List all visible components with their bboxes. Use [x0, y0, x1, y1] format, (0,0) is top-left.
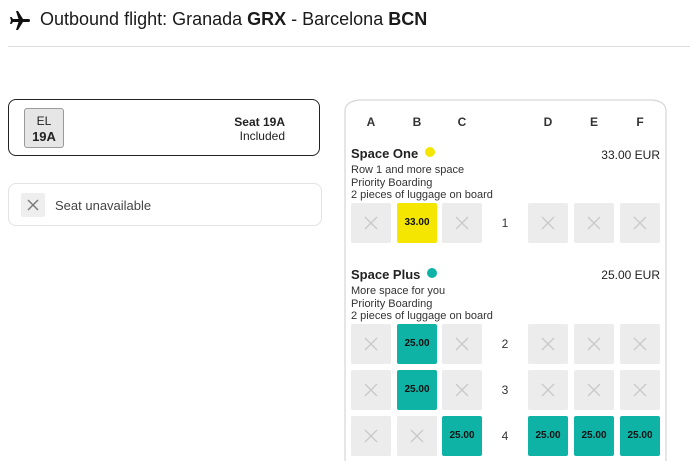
- seat-price: 25.00: [404, 384, 430, 395]
- zone-color-dot: [427, 268, 438, 278]
- header-divider: [8, 46, 690, 47]
- seat-3a-unavailable: [351, 370, 391, 410]
- seat-1c-unavailable: [442, 203, 482, 243]
- seat-1d-unavailable: [528, 203, 568, 243]
- seat-2b-button[interactable]: 25.00: [397, 324, 437, 364]
- legend-label: Seat unavailable: [55, 198, 152, 213]
- seat-2a-unavailable: [351, 324, 391, 364]
- seat-price: 33.00: [404, 217, 430, 228]
- zone-title-space-plus: Space Plus: [351, 267, 438, 282]
- seat-4f-button[interactable]: 25.00: [620, 416, 660, 456]
- column-header-b: B: [412, 115, 422, 129]
- seat-1e-unavailable: [574, 203, 614, 243]
- x-icon: [364, 383, 378, 397]
- seat-3b-button[interactable]: 25.00: [397, 370, 437, 410]
- x-icon: [364, 216, 378, 230]
- flight-header: Outbound flight: Granada GRX - Barcelona…: [0, 0, 690, 46]
- seat-2e-unavailable: [574, 324, 614, 364]
- row-number: 1: [501, 216, 509, 230]
- x-icon: [541, 216, 555, 230]
- x-icon: [21, 193, 45, 217]
- seat-price: 25.00: [535, 430, 561, 441]
- seat-2d-unavailable: [528, 324, 568, 364]
- column-header-a: A: [366, 115, 376, 129]
- seat-price: 25.00: [449, 430, 475, 441]
- x-icon: [364, 429, 378, 443]
- x-icon: [633, 337, 647, 351]
- zone-desc-space-plus: More space for you Priority Boarding 2 pie…: [351, 285, 493, 322]
- destination-code: BCN: [388, 9, 428, 29]
- column-header-e: E: [589, 115, 598, 129]
- seat-4e-button[interactable]: 25.00: [574, 416, 614, 456]
- seat-3c-unavailable: [442, 370, 482, 410]
- x-icon: [587, 216, 601, 230]
- seat-price: 25.00: [581, 430, 607, 441]
- seat-3f-unavailable: [620, 370, 660, 410]
- flight-title: Outbound flight: Granada GRX - Barcelona…: [40, 9, 428, 29]
- x-icon: [455, 337, 469, 351]
- seat-price: 25.00: [404, 338, 430, 349]
- origin-code: GRX: [247, 9, 287, 29]
- row-number: 3: [501, 383, 509, 397]
- legend-unavailable: Seat unavailable: [8, 183, 322, 226]
- column-header-f: F: [636, 115, 644, 129]
- seat-3e-unavailable: [574, 370, 614, 410]
- zone-title-space-one: Space One: [351, 146, 436, 161]
- passenger-seat-chip: EL 19A: [24, 108, 64, 148]
- zone-color-dot: [425, 147, 436, 157]
- passenger-initials: EL: [36, 114, 52, 128]
- seat-3d-unavailable: [528, 370, 568, 410]
- column-header-d: D: [543, 115, 553, 129]
- seat-1a-unavailable: [351, 203, 391, 243]
- seat-4c-button[interactable]: 25.00: [442, 416, 482, 456]
- x-icon: [633, 383, 647, 397]
- x-icon: [410, 429, 424, 443]
- x-icon: [364, 337, 378, 351]
- seat-1b-button[interactable]: 33.00: [397, 203, 437, 243]
- x-icon: [587, 337, 601, 351]
- passenger-seat-info: Seat 19A Included: [234, 115, 285, 143]
- seat-label: Seat 19A: [234, 115, 285, 129]
- x-icon: [455, 383, 469, 397]
- seat-4b-unavailable: [397, 416, 437, 456]
- passenger-seat: 19A: [32, 129, 56, 144]
- column-header-c: C: [457, 115, 467, 129]
- x-icon: [587, 383, 601, 397]
- x-icon: [455, 216, 469, 230]
- seat-price: 25.00: [627, 430, 653, 441]
- zone-price-space-one: 33.00 EUR: [601, 148, 660, 162]
- seat-1f-unavailable: [620, 203, 660, 243]
- seat-4d-button[interactable]: 25.00: [528, 416, 568, 456]
- seat-4a-unavailable: [351, 416, 391, 456]
- seat-price-label: Included: [239, 129, 285, 143]
- seat-2c-unavailable: [442, 324, 482, 364]
- passenger-card[interactable]: EL 19A Seat 19A Included: [8, 99, 320, 156]
- row-number: 4: [501, 429, 509, 443]
- seat-2f-unavailable: [620, 324, 660, 364]
- airplane-icon: [10, 11, 30, 30]
- zone-desc-space-one: Row 1 and more space Priority Boarding 2 p…: [351, 164, 493, 201]
- x-icon: [633, 216, 647, 230]
- x-icon: [541, 337, 555, 351]
- row-number: 2: [501, 337, 509, 351]
- zone-price-space-plus: 25.00 EUR: [601, 268, 660, 282]
- x-icon: [541, 383, 555, 397]
